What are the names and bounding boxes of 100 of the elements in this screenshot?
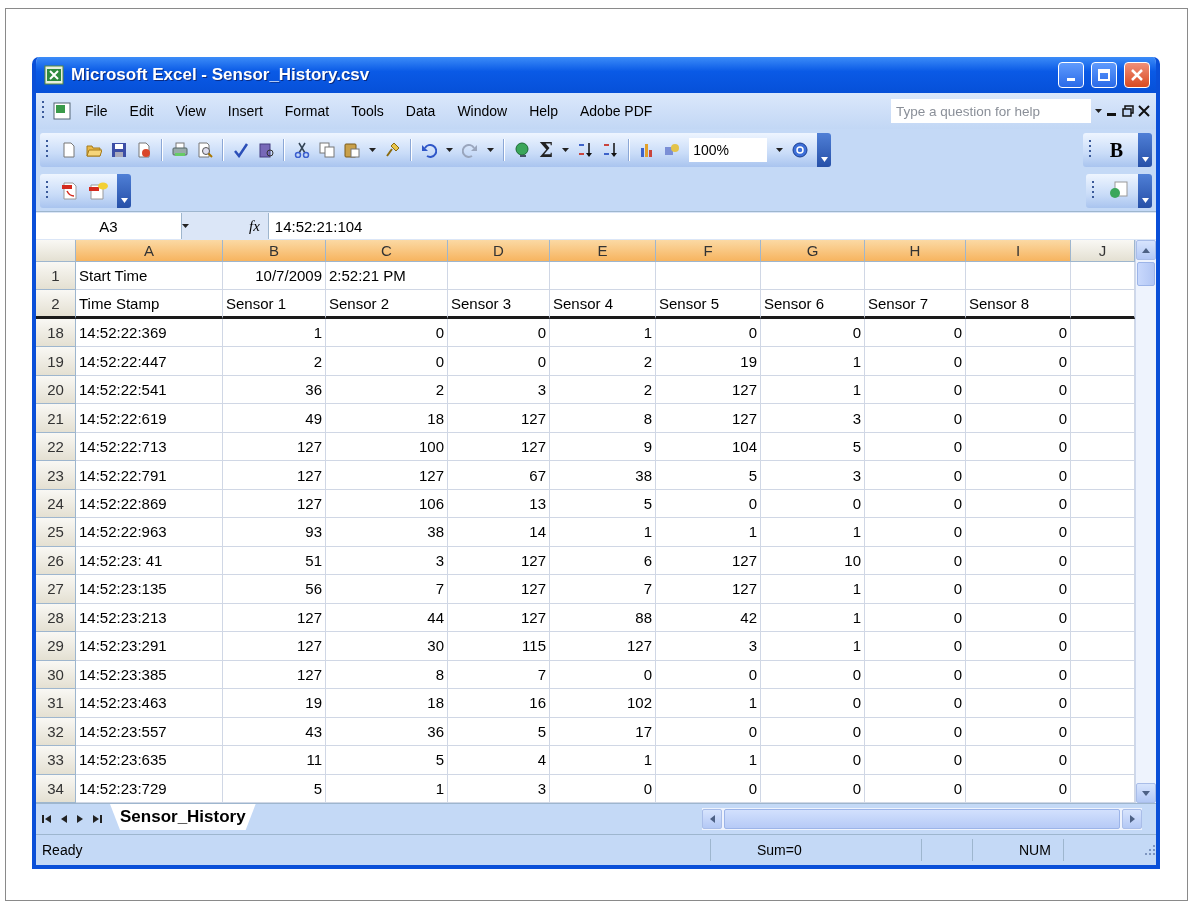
paste-icon[interactable] <box>344 142 360 158</box>
row-header[interactable]: 30 <box>36 660 76 690</box>
sort-descending-icon[interactable] <box>603 142 620 158</box>
pdf-icon[interactable] <box>61 182 79 200</box>
print-icon[interactable] <box>172 142 188 158</box>
row-header[interactable]: 32 <box>36 717 76 747</box>
menu-item[interactable]: View <box>166 101 215 121</box>
menu-item[interactable]: Adobe PDF <box>571 101 662 121</box>
menu-item[interactable]: Help <box>520 101 567 121</box>
help-icon[interactable] <box>792 142 809 158</box>
menu-item[interactable]: File <box>76 101 117 121</box>
resize-grip-icon[interactable] <box>1144 844 1156 856</box>
row-header[interactable]: 24 <box>36 489 76 519</box>
table-cell: 0 <box>865 632 966 661</box>
name-box[interactable]: A3 <box>36 213 182 239</box>
column-header[interactable]: H <box>865 240 966 262</box>
open-folder-icon[interactable] <box>86 142 102 158</box>
scroll-left-button[interactable] <box>702 809 722 829</box>
scroll-up-button[interactable] <box>1136 240 1156 260</box>
row-header[interactable]: 27 <box>36 575 76 604</box>
last-sheet-icon[interactable] <box>92 814 102 824</box>
minimize-button[interactable] <box>1058 62 1084 88</box>
row-header[interactable]: 29 <box>36 632 76 661</box>
table-cell: 4 <box>448 746 550 775</box>
row-header[interactable]: 23 <box>36 461 76 490</box>
copy-icon[interactable] <box>319 142 335 158</box>
row-header[interactable]: 22 <box>36 432 76 462</box>
dropdown-caret-icon[interactable] <box>487 148 494 152</box>
scroll-down-button[interactable] <box>1136 783 1156 803</box>
menu-item[interactable]: Format <box>275 101 339 121</box>
previous-sheet-icon[interactable] <box>60 814 68 824</box>
toolbar-options-button[interactable] <box>817 133 832 167</box>
zoom-field[interactable]: 100% <box>689 138 768 162</box>
format-painter-icon[interactable] <box>385 142 401 158</box>
workbook-icon[interactable] <box>52 101 72 121</box>
close-icon <box>1131 69 1143 81</box>
scrollbar-thumb[interactable] <box>724 809 1120 829</box>
column-header[interactable]: A <box>76 240 223 262</box>
column-header[interactable]: C <box>326 240 448 262</box>
column-header[interactable]: I <box>966 240 1071 262</box>
row-header[interactable]: 26 <box>36 546 76 576</box>
close-icon[interactable] <box>1138 105 1150 117</box>
scroll-right-button[interactable] <box>1122 809 1142 829</box>
dropdown-caret-icon[interactable] <box>369 148 376 152</box>
sheet-tab[interactable]: Sensor_History <box>110 804 256 830</box>
column-header[interactable]: J <box>1071 240 1135 262</box>
row-header[interactable]: 31 <box>36 689 76 718</box>
hyperlink-icon[interactable] <box>514 142 530 158</box>
bold-button[interactable]: B <box>1103 138 1129 162</box>
save-icon[interactable] <box>111 142 127 158</box>
function-label[interactable]: fx <box>249 217 260 235</box>
menu-item[interactable]: Tools <box>342 101 393 121</box>
dropdown-caret-icon[interactable] <box>446 148 453 152</box>
toolbar-options-button[interactable] <box>1138 174 1152 208</box>
caret-icon[interactable] <box>182 224 189 228</box>
menu-item[interactable]: Edit <box>120 101 163 121</box>
permission-icon[interactable] <box>136 142 152 158</box>
row-header[interactable]: 21 <box>36 404 76 433</box>
row-header[interactable]: 28 <box>36 603 76 633</box>
spelling-check-icon[interactable] <box>233 142 249 158</box>
sort-ascending-icon[interactable] <box>578 142 595 158</box>
column-header[interactable]: D <box>448 240 550 262</box>
formula-field[interactable]: 14:52:21:104 <box>267 213 1156 239</box>
caret-icon[interactable] <box>1095 109 1102 113</box>
review-icon[interactable] <box>1107 181 1129 201</box>
column-header[interactable]: E <box>550 240 656 262</box>
close-button[interactable] <box>1124 62 1150 88</box>
column-header[interactable]: G <box>761 240 865 262</box>
undo-icon[interactable] <box>421 142 437 158</box>
menu-item[interactable]: Insert <box>218 101 272 121</box>
help-search-field[interactable]: Type a question for help <box>891 99 1091 123</box>
menu-item[interactable]: Window <box>448 101 517 121</box>
drawing-icon[interactable] <box>664 142 681 158</box>
menu-item[interactable]: Data <box>396 101 445 121</box>
toolbar-options-button[interactable] <box>117 174 131 208</box>
scrollbar-thumb[interactable] <box>1137 262 1155 286</box>
column-header[interactable]: B <box>223 240 326 262</box>
row-header[interactable]: 20 <box>36 375 76 405</box>
toolbar-options-button[interactable] <box>1138 133 1152 167</box>
print-preview-icon[interactable] <box>197 142 213 158</box>
row-header[interactable]: 25 <box>36 518 76 547</box>
pdf-comment-icon[interactable] <box>88 182 108 200</box>
dropdown-caret-icon[interactable] <box>562 148 570 152</box>
row-header[interactable]: 18 <box>36 318 76 348</box>
new-document-icon[interactable] <box>61 142 77 158</box>
next-sheet-icon[interactable] <box>76 814 84 824</box>
row-header[interactable]: 19 <box>36 347 76 376</box>
row-header[interactable]: 1 <box>36 262 76 291</box>
restore-icon[interactable] <box>1122 105 1134 117</box>
first-sheet-icon[interactable] <box>42 814 52 824</box>
row-header[interactable]: 2 <box>36 290 76 319</box>
row-header[interactable]: 34 <box>36 774 76 803</box>
column-header[interactable]: F <box>656 240 761 262</box>
table-cell: 1 <box>550 518 656 547</box>
cut-icon[interactable] <box>294 142 310 158</box>
maximize-button[interactable] <box>1091 62 1117 88</box>
autosum-button[interactable]: Σ <box>539 138 554 162</box>
row-header[interactable]: 33 <box>36 746 76 775</box>
research-book-icon[interactable] <box>258 142 274 158</box>
dropdown-caret-icon[interactable] <box>776 148 784 152</box>
